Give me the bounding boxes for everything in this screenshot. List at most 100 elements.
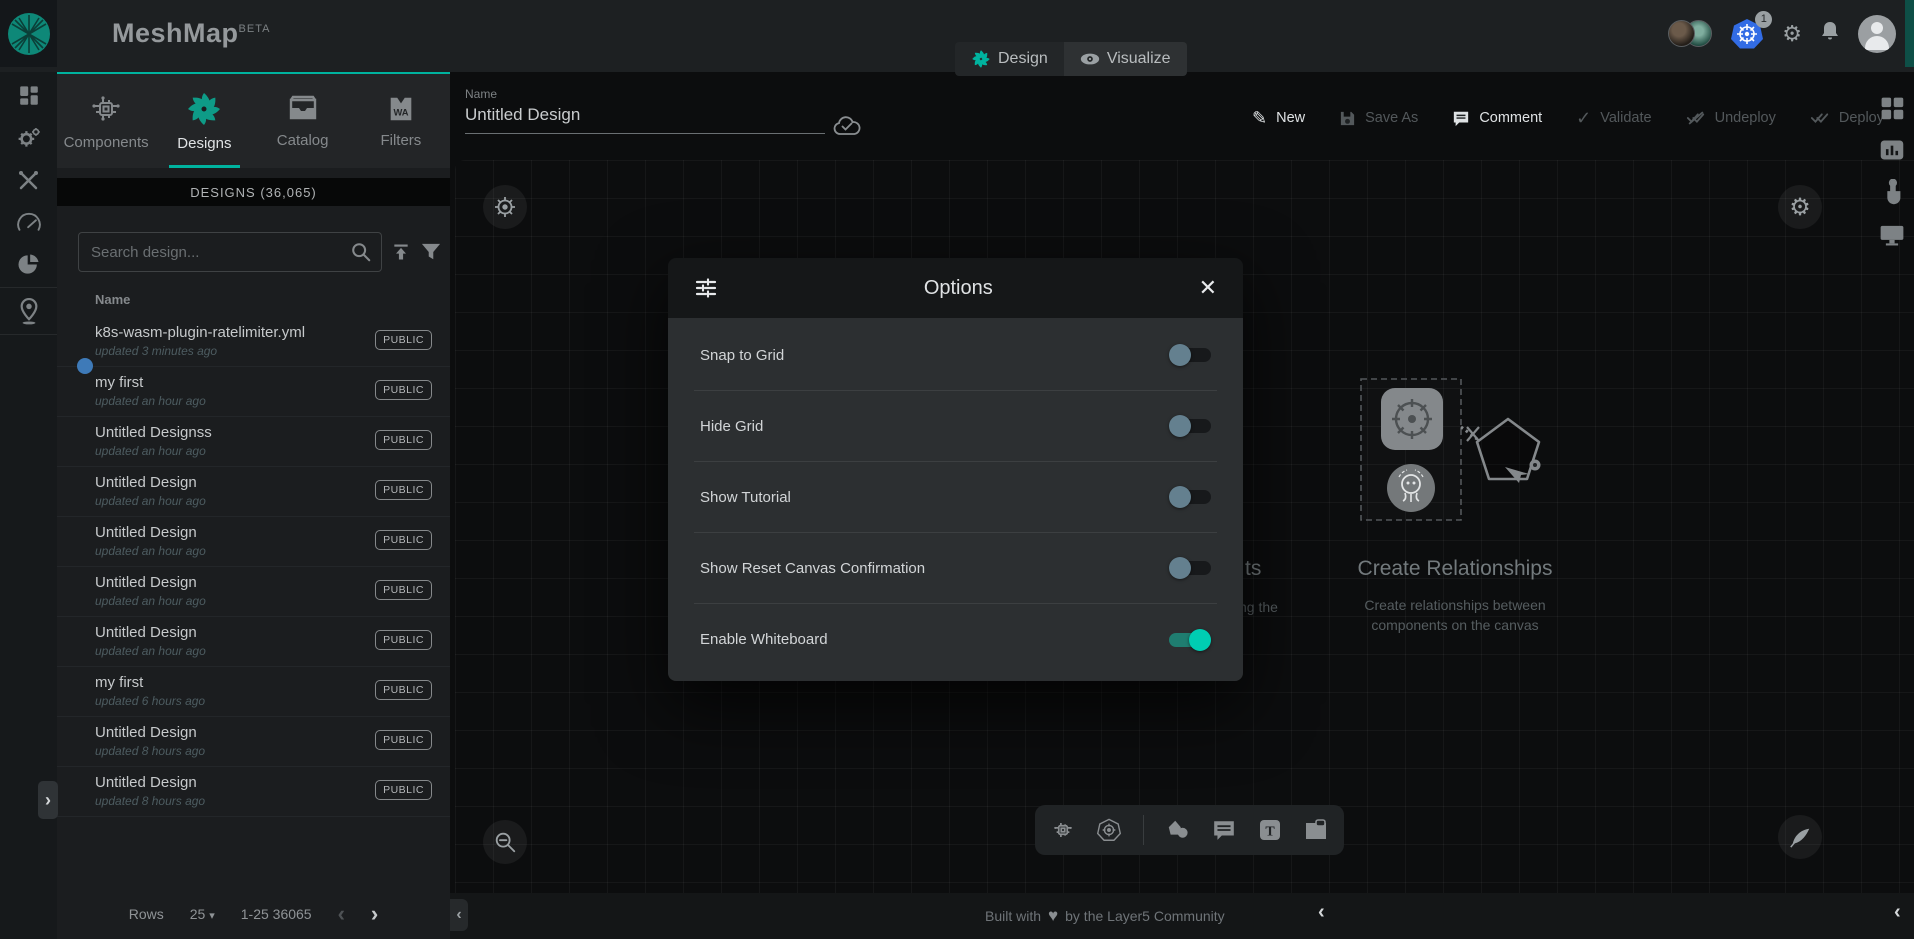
upload-design-icon[interactable] bbox=[391, 242, 411, 262]
new-design-button[interactable]: ✎ New bbox=[1252, 109, 1305, 127]
page-size-select[interactable]: 25 ▾ bbox=[190, 906, 215, 922]
option-toggle[interactable] bbox=[1169, 489, 1211, 505]
relationship-illustration bbox=[1355, 375, 1615, 555]
svg-text:T: T bbox=[1265, 825, 1275, 840]
feather-icon bbox=[1788, 825, 1812, 849]
canvas-settings-button[interactable]: ⚙ bbox=[1778, 185, 1822, 229]
pie-mesh-icon bbox=[16, 252, 41, 277]
dock-shapes-button[interactable] bbox=[1166, 818, 1190, 842]
name-field-label: Name bbox=[465, 87, 825, 101]
rail-expand-handle[interactable]: › bbox=[38, 781, 58, 819]
visibility-badge: PUBLIC bbox=[375, 680, 432, 700]
toggle-knob bbox=[1169, 557, 1191, 579]
save-as-button[interactable]: Save As bbox=[1339, 110, 1418, 127]
pencil-icon: ✎ bbox=[1252, 109, 1267, 127]
comment-button[interactable]: Comment bbox=[1452, 110, 1542, 127]
tab-visualize[interactable]: Visualize bbox=[1064, 42, 1187, 76]
onboarding-heading: Create Relationships bbox=[1350, 557, 1560, 581]
deploy-button[interactable]: Deploy bbox=[1810, 110, 1884, 126]
tab-design[interactable]: Design bbox=[955, 42, 1064, 76]
search-box bbox=[78, 232, 382, 272]
crossed-tools-icon bbox=[16, 168, 41, 193]
dock-text-button[interactable]: T bbox=[1258, 818, 1282, 842]
tab-components[interactable]: Components bbox=[57, 74, 155, 168]
rail-meshmap-button[interactable] bbox=[0, 290, 57, 332]
kubernetes-wheel-icon bbox=[1097, 818, 1121, 842]
widgets-button[interactable] bbox=[1879, 95, 1905, 121]
design-row[interactable]: my first updated an hour ago PUBLIC bbox=[57, 367, 450, 417]
filter-funnel-icon[interactable] bbox=[420, 242, 442, 262]
rail-patterns-button[interactable] bbox=[0, 243, 57, 285]
rail-dashboard-button[interactable] bbox=[0, 75, 57, 117]
design-row[interactable]: Untitled Design updated an hour ago PUBL… bbox=[57, 467, 450, 517]
design-row[interactable]: my first updated 6 hours ago PUBLIC bbox=[57, 667, 450, 717]
prev-page-button[interactable]: ‹ bbox=[338, 903, 345, 925]
option-toggle[interactable] bbox=[1169, 632, 1211, 648]
collaborator-avatars[interactable] bbox=[1668, 20, 1712, 47]
options-modal-title: Options bbox=[718, 277, 1199, 300]
tab-filters[interactable]: WA Filters bbox=[352, 74, 450, 168]
visibility-badge: PUBLIC bbox=[375, 580, 432, 600]
hidden-onboarding-heading-fragment: ts bbox=[1245, 557, 1261, 581]
design-row[interactable]: k8s-wasm-plugin-ratelimiter.yml updated … bbox=[57, 317, 450, 367]
interaction-mode-button[interactable] bbox=[1880, 179, 1904, 207]
notifications-bell-button[interactable] bbox=[1820, 20, 1840, 47]
tab-visualize-label: Visualize bbox=[1107, 50, 1171, 68]
dock-components-button[interactable] bbox=[1051, 818, 1075, 842]
mode-switch: Design Visualize bbox=[955, 42, 1187, 76]
analytics-button[interactable] bbox=[1878, 137, 1906, 163]
design-name-input[interactable] bbox=[465, 101, 825, 134]
undeploy-icon bbox=[1686, 110, 1706, 126]
range-label: 1-25 36065 bbox=[241, 906, 312, 922]
design-row[interactable]: Untitled Design updated 8 hours ago PUBL… bbox=[57, 717, 450, 767]
whiteboard-pen-button[interactable] bbox=[1778, 815, 1822, 859]
close-icon[interactable]: ✕ bbox=[1199, 277, 1217, 299]
validate-button[interactable]: ✓ Validate bbox=[1576, 109, 1651, 127]
left-drawer-collapse-handle[interactable]: ‹ bbox=[450, 899, 468, 931]
rail-toolkit-button[interactable] bbox=[0, 159, 57, 201]
search-row bbox=[78, 232, 450, 272]
design-row[interactable]: Untitled Design updated an hour ago PUBL… bbox=[57, 617, 450, 667]
meshery-logo[interactable] bbox=[0, 0, 57, 67]
canvas-helm-button[interactable] bbox=[483, 185, 527, 229]
design-row[interactable]: Untitled Design updated 8 hours ago PUBL… bbox=[57, 767, 450, 817]
display-button[interactable] bbox=[1878, 223, 1906, 248]
media-icon bbox=[1304, 819, 1328, 841]
rail-performance-button[interactable] bbox=[0, 201, 57, 243]
hidden-onboarding-body-fragment: ng the bbox=[1239, 599, 1278, 615]
dock-divider bbox=[1143, 815, 1144, 845]
bottom-panel-collapse-chevron[interactable]: ‹ bbox=[1318, 901, 1325, 924]
svg-text:WA: WA bbox=[393, 107, 408, 117]
options-modal-header: Options ✕ bbox=[668, 258, 1243, 318]
dock-comment-button[interactable] bbox=[1212, 819, 1236, 841]
design-name-field: Name bbox=[465, 87, 825, 134]
option-label: Hide Grid bbox=[700, 418, 763, 435]
kubernetes-context-button[interactable]: 1 bbox=[1730, 17, 1764, 51]
floppy-icon bbox=[1339, 110, 1356, 127]
profile-avatar[interactable] bbox=[1858, 15, 1896, 53]
next-page-button[interactable]: › bbox=[371, 903, 378, 925]
dock-media-button[interactable] bbox=[1304, 819, 1328, 841]
undeploy-button[interactable]: Undeploy bbox=[1686, 110, 1776, 126]
option-row: Show Reset Canvas Confirmation bbox=[694, 533, 1217, 604]
design-row[interactable]: Untitled Designss updated an hour ago PU… bbox=[57, 417, 450, 467]
tab-catalog[interactable]: Catalog bbox=[254, 74, 352, 168]
tab-components-label: Components bbox=[64, 134, 149, 151]
search-input[interactable] bbox=[79, 233, 381, 271]
component-chip-icon bbox=[1051, 818, 1075, 842]
settings-gear-button[interactable]: ⚙ bbox=[1782, 23, 1802, 45]
dock-kubernetes-button[interactable] bbox=[1097, 818, 1121, 842]
right-drawer-collapse-chevron[interactable]: ‹ bbox=[1894, 901, 1901, 924]
heart-icon: ♥ bbox=[1048, 906, 1058, 926]
design-row[interactable]: Untitled Design updated an hour ago PUBL… bbox=[57, 567, 450, 617]
designs-count-header: DESIGNS (36,065) bbox=[57, 178, 450, 206]
brand-title: MeshMapBETA bbox=[112, 18, 270, 49]
option-toggle[interactable] bbox=[1169, 560, 1211, 576]
zoom-out-button[interactable] bbox=[483, 820, 527, 864]
rail-lifecycle-button[interactable] bbox=[0, 117, 57, 159]
header-actions: 1 ⚙ bbox=[1668, 0, 1896, 67]
option-toggle[interactable] bbox=[1169, 347, 1211, 363]
design-row[interactable]: Untitled Design updated an hour ago PUBL… bbox=[57, 517, 450, 567]
option-toggle[interactable] bbox=[1169, 418, 1211, 434]
tab-designs[interactable]: Designs bbox=[155, 74, 253, 168]
